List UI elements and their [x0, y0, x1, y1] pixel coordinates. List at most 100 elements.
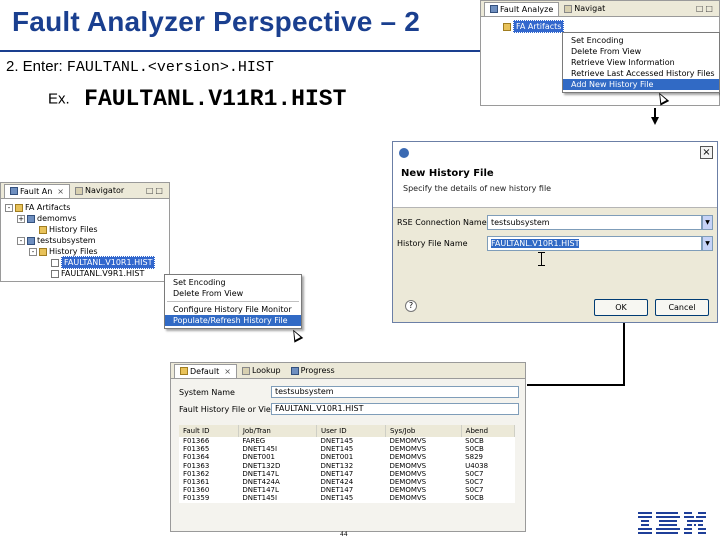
fault-view-fields: System Name testsubsystem Fault History …	[179, 385, 519, 419]
system-icon	[27, 236, 35, 245]
fault-view-tabbar: Default × Lookup Progress	[171, 363, 525, 379]
tree-label: FA Artifacts	[25, 203, 71, 212]
ibm-logo	[638, 510, 708, 537]
menu-item-configure-monitor[interactable]: Configure History File Monitor	[165, 304, 301, 315]
tab-lookup[interactable]: Lookup	[237, 364, 286, 378]
tree-root-label: FA Artifacts	[513, 20, 565, 33]
ok-button[interactable]: OK	[594, 299, 648, 316]
close-icon[interactable]: ×	[57, 187, 64, 196]
cell: DEMOMVS	[389, 461, 427, 470]
cell: S0C7	[465, 486, 484, 495]
tree-root-row[interactable]: FA Artifacts	[503, 20, 565, 33]
menu-item-retrieve-last-accessed[interactable]: Retrieve Last Accessed History Files	[563, 68, 719, 79]
navigator-view-icon	[75, 186, 83, 195]
arrow-down-icon	[651, 117, 659, 125]
cell: DNET132	[320, 461, 354, 470]
history-file-name-label: History File Name	[397, 238, 468, 248]
menu-item-set-encoding[interactable]: Set Encoding	[563, 35, 719, 46]
collapse-toggle-icon[interactable]: -	[5, 203, 13, 212]
close-icon[interactable]: ×	[224, 367, 231, 376]
rse-connection-row: RSE Connection Name testsubsystem ▼	[397, 214, 713, 230]
fault-entry-view: Default × Lookup Progress System Name te…	[170, 362, 526, 532]
menu-item-delete-from-view[interactable]: Delete From View	[563, 46, 719, 57]
folder-icon	[503, 22, 511, 31]
dialog-banner: × New History File Specify the details o…	[393, 142, 717, 208]
tree-row-testsubsystem[interactable]: - testsubsystem	[3, 235, 167, 246]
column-header-fault-id[interactable]: Fault ID	[179, 425, 239, 437]
column-header-abend[interactable]: Abend	[461, 425, 516, 437]
table-row[interactable]: F01363 DNET132D DNET132 DEMOMVS U4038	[179, 462, 515, 470]
cell: DNET147	[320, 469, 354, 478]
menu-item-add-new-history-file[interactable]: Add New History File	[563, 79, 719, 90]
chevron-down-icon[interactable]: ▼	[702, 214, 713, 230]
help-icon[interactable]: ?	[405, 300, 417, 312]
fault-table: Fault ID Job/Tran User ID Sys/Job Abend …	[179, 425, 516, 503]
history-file-name-combo[interactable]: FAULTANL.V10R1.HIST	[487, 235, 702, 251]
cell: F01360	[183, 486, 210, 495]
collapse-toggle-icon[interactable]: -	[29, 247, 37, 256]
table-row[interactable]: F01361 DNET424A DNET424 DEMOMVS S0C7	[179, 478, 515, 486]
connector-line	[527, 384, 625, 386]
close-icon[interactable]: ×	[700, 146, 713, 159]
chevron-down-icon[interactable]: ▼	[702, 235, 713, 251]
tree-row-history-file[interactable]: FAULTANL.V9R1.HIST	[3, 268, 167, 279]
cell: U4038	[465, 461, 489, 470]
example-label: Ex.	[48, 90, 70, 108]
tab-default[interactable]: Default ×	[174, 363, 237, 378]
cell: DNET132D	[242, 461, 281, 470]
cancel-button[interactable]: Cancel	[655, 299, 709, 316]
minimize-maximize-icons[interactable]: □□	[146, 186, 169, 195]
menu-item-populate-refresh[interactable]: Populate/Refresh History File	[165, 315, 301, 326]
table-row[interactable]: F01362 DNET147L DNET147 DEMOMVS S0C7	[179, 470, 515, 478]
system-name-row: System Name testsubsystem	[179, 385, 519, 399]
history-file-field[interactable]: FAULTANL.V10R1.HIST	[271, 403, 519, 415]
fault-analyzer-view-icon	[490, 5, 498, 13]
table-row[interactable]: F01365 DNET145I DNET145 DEMOMVS S0CB	[179, 445, 515, 453]
tab-navigator[interactable]: Navigat	[559, 2, 610, 16]
menu-item-delete-from-view[interactable]: Delete From View	[165, 288, 301, 299]
tab-navigator[interactable]: Navigator	[70, 184, 129, 198]
history-file-name-row: History File Name FAULTANL.V10R1.HIST ▼	[397, 235, 713, 251]
navigator-view-icon	[564, 4, 573, 13]
tab-progress[interactable]: Progress	[286, 364, 340, 378]
menu-item-retrieve-view-information[interactable]: Retrieve View Information	[563, 57, 719, 68]
cell: DNET001	[320, 453, 354, 462]
tree-row-demomvs[interactable]: + demomvs	[3, 213, 167, 224]
cell: DNET147	[320, 486, 354, 495]
top-snippet-tabbar: Fault Analyze Navigat □□	[481, 1, 719, 17]
minimize-maximize-icons[interactable]: □□	[696, 4, 719, 13]
table-row[interactable]: F01359 DNET145I DNET145 DEMOMVS S0CB	[179, 494, 515, 502]
history-file-label: Fault History File or View	[179, 404, 278, 414]
cell: S0CB	[465, 494, 484, 503]
tree-row-history-file-selected[interactable]: FAULTANL.V10R1.HIST	[3, 256, 167, 269]
menu-item-set-encoding[interactable]: Set Encoding	[165, 277, 301, 288]
tab-fault-analyzer[interactable]: Fault An ×	[4, 183, 70, 198]
collapse-toggle-icon[interactable]: -	[17, 236, 25, 245]
column-header-job-tran[interactable]: Job/Tran	[238, 425, 317, 437]
example-value: FAULTANL.V11R1.HIST	[84, 86, 347, 112]
tree-label: demomvs	[37, 214, 77, 223]
cell: S0CB	[465, 445, 484, 454]
cell: S0CB	[465, 437, 484, 446]
eclipse-icon	[399, 148, 409, 158]
connector-line	[623, 323, 625, 385]
tab-label: Fault Analyze	[500, 4, 554, 14]
tree-row-history-files[interactable]: History Files	[3, 224, 167, 235]
table-row[interactable]: F01360 DNET147L DNET147 DEMOMVS S0C7	[179, 486, 515, 494]
column-header-user-id[interactable]: User ID	[316, 425, 386, 437]
expand-toggle-icon[interactable]: +	[17, 214, 25, 223]
cell: F01359	[183, 494, 210, 503]
system-name-field[interactable]: testsubsystem	[271, 386, 519, 398]
folder-icon	[39, 247, 47, 256]
tree-row-fa-artifacts[interactable]: - FA Artifacts	[3, 202, 167, 213]
cell: DNET424	[320, 478, 354, 487]
cell: DEMOMVS	[389, 437, 427, 446]
cell: S0C7	[465, 469, 484, 478]
table-row[interactable]: F01364 DNET001 DNET001 DEMOMVS S829	[179, 453, 515, 461]
column-header-sys-job[interactable]: Sys/Job	[385, 425, 462, 437]
text-cursor-icon	[538, 252, 545, 266]
table-row[interactable]: F01366 FAREG DNET145 DEMOMVS S0CB	[179, 437, 515, 445]
rse-connection-combo[interactable]: testsubsystem	[487, 214, 702, 230]
dialog-subtitle: Specify the details of new history file	[403, 184, 552, 193]
tab-fault-analyzer[interactable]: Fault Analyze	[484, 1, 560, 16]
